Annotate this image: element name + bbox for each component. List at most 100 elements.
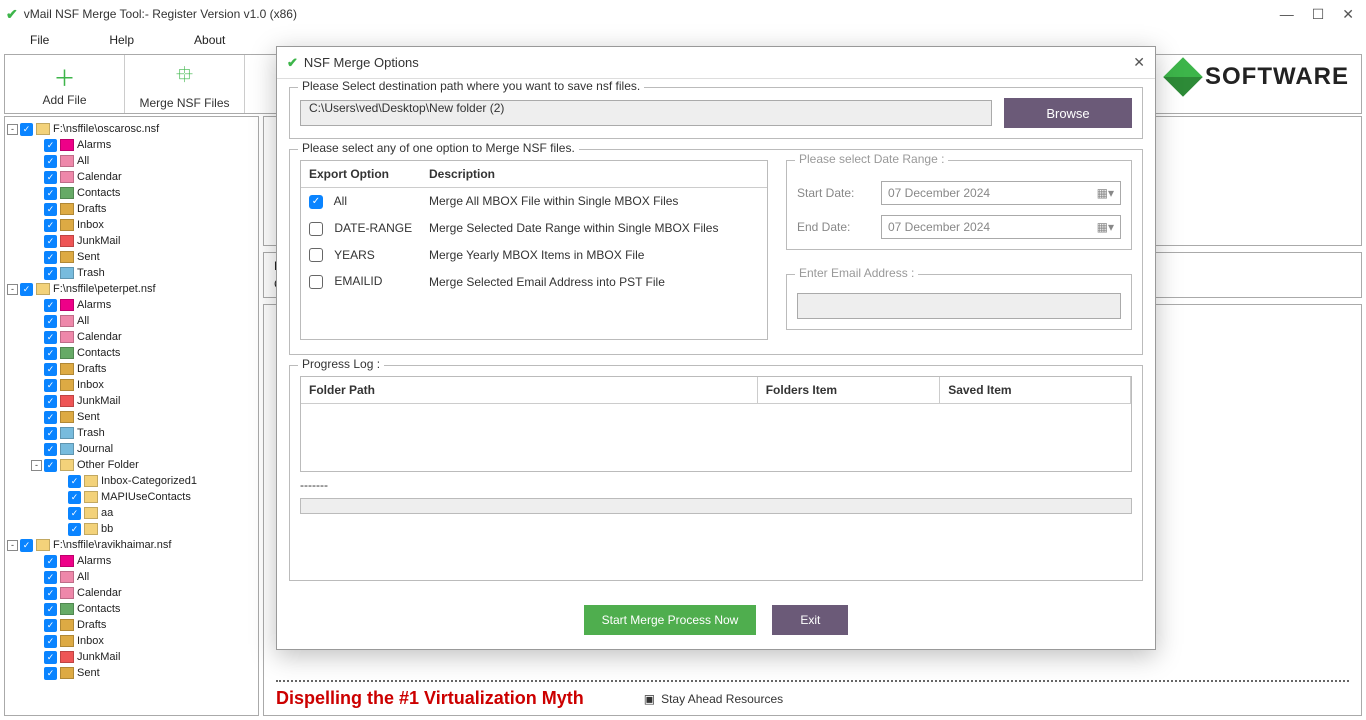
tree-folder-node[interactable]: ✓Inbox-Categorized1	[7, 473, 256, 489]
tree-folder-node[interactable]: ✓Journal	[7, 441, 256, 457]
checkbox[interactable]: ✓	[44, 331, 57, 344]
checkbox[interactable]: ✓	[44, 395, 57, 408]
checkbox[interactable]: ✓	[68, 523, 81, 536]
checkbox[interactable]: ✓	[44, 139, 57, 152]
checkbox[interactable]: ✓	[44, 187, 57, 200]
tree-folder-node[interactable]: ✓All	[7, 153, 256, 169]
tree-file-node[interactable]: -✓F:\nsffile\peterpet.nsf	[7, 281, 256, 297]
checkbox[interactable]: ✓	[44, 427, 57, 440]
maximize-button[interactable]: ☐	[1312, 6, 1325, 23]
export-option-row[interactable]: ✓ AllMerge All MBOX File within Single M…	[301, 188, 767, 215]
checkbox[interactable]: ✓	[68, 475, 81, 488]
tree-folder-node[interactable]: ✓All	[7, 569, 256, 585]
tree-folder-node[interactable]: ✓JunkMail	[7, 233, 256, 249]
checkbox[interactable]: ✓	[44, 651, 57, 664]
checkbox[interactable]: ✓	[44, 411, 57, 424]
close-button[interactable]: ✕	[1342, 6, 1354, 23]
checkbox[interactable]: ✓	[44, 155, 57, 168]
resource-link[interactable]: ▣ Stay Ahead Resources	[644, 692, 783, 706]
checkbox[interactable]: ✓	[44, 603, 57, 616]
tree-folder-node[interactable]: ✓Contacts	[7, 185, 256, 201]
checkbox[interactable]: ✓	[44, 235, 57, 248]
menu-about[interactable]: About	[194, 33, 225, 47]
add-file-button[interactable]: ＋ Add File	[5, 55, 125, 113]
expand-toggle[interactable]: -	[31, 460, 42, 471]
checkbox[interactable]: ✓	[44, 347, 57, 360]
checkbox[interactable]: ✓	[20, 283, 33, 296]
tree-folder-node[interactable]: ✓Alarms	[7, 553, 256, 569]
tree-folder-node[interactable]: ✓Sent	[7, 409, 256, 425]
tree-folder-node[interactable]: ✓Contacts	[7, 601, 256, 617]
tree-folder-node[interactable]: ✓JunkMail	[7, 649, 256, 665]
exit-button[interactable]: Exit	[772, 605, 848, 635]
export-option-row[interactable]: EMAILIDMerge Selected Email Address into…	[301, 268, 767, 295]
tree-file-node[interactable]: -✓F:\nsffile\ravikhaimar.nsf	[7, 537, 256, 553]
browse-button[interactable]: Browse	[1004, 98, 1132, 128]
tree-folder-node[interactable]: ✓Inbox	[7, 217, 256, 233]
tree-folder-node[interactable]: ✓Drafts	[7, 617, 256, 633]
destination-path-input[interactable]: C:\Users\ved\Desktop\New folder (2)	[300, 100, 992, 126]
dialog-close-button[interactable]: ✕	[1133, 54, 1145, 71]
checkbox[interactable]	[309, 275, 323, 289]
start-date-picker[interactable]: 07 December 2024 ▦▾	[881, 181, 1121, 205]
checkbox[interactable]	[309, 248, 323, 262]
checkbox[interactable]: ✓	[44, 251, 57, 264]
checkbox[interactable]: ✓	[68, 507, 81, 520]
expand-toggle[interactable]: -	[7, 124, 18, 135]
checkbox[interactable]: ✓	[44, 171, 57, 184]
tree-folder-node[interactable]: ✓Sent	[7, 249, 256, 265]
tree-folder-node[interactable]: -✓Other Folder	[7, 457, 256, 473]
tree-folder-node[interactable]: ✓MAPIUseContacts	[7, 489, 256, 505]
menu-file[interactable]: File	[30, 33, 49, 47]
end-date-picker[interactable]: 07 December 2024 ▦▾	[881, 215, 1121, 239]
tree-folder-node[interactable]: ✓JunkMail	[7, 393, 256, 409]
checkbox[interactable]: ✓	[44, 299, 57, 312]
checkbox[interactable]: ✓	[44, 203, 57, 216]
checkbox[interactable]: ✓	[309, 195, 323, 209]
tree-folder-node[interactable]: ✓Trash	[7, 425, 256, 441]
tree-folder-node[interactable]: ✓All	[7, 313, 256, 329]
checkbox[interactable]: ✓	[44, 443, 57, 456]
tree-file-node[interactable]: -✓F:\nsffile\oscarosc.nsf	[7, 121, 256, 137]
minimize-button[interactable]: —	[1280, 6, 1294, 23]
start-merge-button[interactable]: Start Merge Process Now	[584, 605, 757, 635]
checkbox[interactable]: ✓	[20, 123, 33, 136]
checkbox[interactable]: ✓	[44, 571, 57, 584]
tree-folder-node[interactable]: ✓Inbox	[7, 377, 256, 393]
tree-folder-node[interactable]: ✓Contacts	[7, 345, 256, 361]
checkbox[interactable]: ✓	[44, 267, 57, 280]
expand-toggle[interactable]: -	[7, 284, 18, 295]
tree-folder-node[interactable]: ✓Alarms	[7, 297, 256, 313]
checkbox[interactable]: ✓	[44, 459, 57, 472]
checkbox[interactable]: ✓	[68, 491, 81, 504]
checkbox[interactable]: ✓	[44, 379, 57, 392]
checkbox[interactable]: ✓	[44, 219, 57, 232]
checkbox[interactable]: ✓	[44, 315, 57, 328]
menu-help[interactable]: Help	[109, 33, 134, 47]
email-address-input[interactable]	[797, 293, 1121, 319]
tree-folder-node[interactable]: ✓Alarms	[7, 137, 256, 153]
checkbox[interactable]: ✓	[44, 587, 57, 600]
tree-folder-node[interactable]: ✓Drafts	[7, 201, 256, 217]
checkbox[interactable]: ✓	[44, 667, 57, 680]
folder-tree[interactable]: -✓F:\nsffile\oscarosc.nsf✓Alarms✓All✓Cal…	[4, 116, 259, 716]
checkbox[interactable]: ✓	[20, 539, 33, 552]
tree-folder-node[interactable]: ✓Calendar	[7, 585, 256, 601]
checkbox[interactable]: ✓	[44, 363, 57, 376]
tree-folder-node[interactable]: ✓Drafts	[7, 361, 256, 377]
tree-folder-node[interactable]: ✓Calendar	[7, 329, 256, 345]
checkbox[interactable]: ✓	[44, 635, 57, 648]
expand-toggle[interactable]: -	[7, 540, 18, 551]
export-option-row[interactable]: DATE-RANGEMerge Selected Date Range with…	[301, 215, 767, 242]
tree-folder-node[interactable]: ✓Trash	[7, 265, 256, 281]
tree-folder-node[interactable]: ✓aa	[7, 505, 256, 521]
tree-folder-node[interactable]: ✓Sent	[7, 665, 256, 681]
checkbox[interactable]: ✓	[44, 619, 57, 632]
checkbox[interactable]: ✓	[44, 555, 57, 568]
merge-files-button[interactable]: ⯐ Merge NSF Files	[125, 55, 245, 113]
tree-folder-node[interactable]: ✓Calendar	[7, 169, 256, 185]
tree-folder-node[interactable]: ✓bb	[7, 521, 256, 537]
export-option-row[interactable]: YEARSMerge Yearly MBOX Items in MBOX Fil…	[301, 242, 767, 269]
tree-folder-node[interactable]: ✓Inbox	[7, 633, 256, 649]
checkbox[interactable]	[309, 222, 323, 236]
